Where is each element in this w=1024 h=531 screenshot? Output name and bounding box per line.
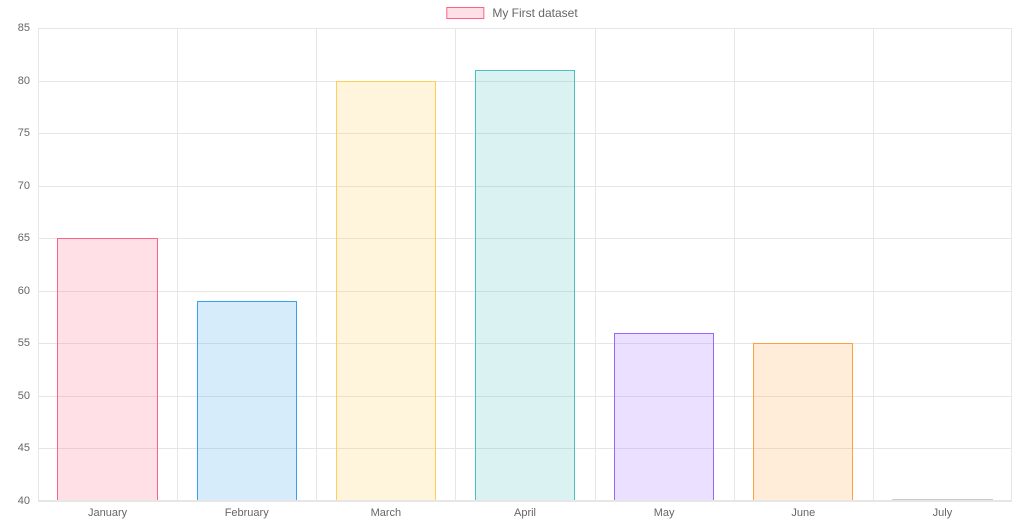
y-tick-label: 55: [18, 337, 30, 349]
y-axis-ticks: 40455055606570758085: [0, 28, 38, 501]
x-tick-label: July: [933, 507, 953, 519]
bar-january[interactable]: [57, 238, 157, 501]
x-tick-label: January: [88, 507, 127, 519]
legend-swatch: [446, 7, 484, 19]
bar-march[interactable]: [336, 81, 436, 501]
x-tick-label: April: [514, 507, 536, 519]
y-tick-label: 85: [18, 22, 30, 34]
y-tick-label: 40: [18, 495, 30, 507]
bar-april[interactable]: [475, 70, 575, 501]
y-tick-label: 60: [18, 285, 30, 297]
y-tick-label: 70: [18, 180, 30, 192]
x-tick-label: May: [654, 507, 675, 519]
plot-area: [38, 28, 1012, 501]
y-tick-label: 45: [18, 442, 30, 454]
bar-february[interactable]: [197, 301, 297, 501]
y-tick-label: 80: [18, 75, 30, 87]
bar-chart: My First dataset 40 45 50 55 60 65 70 75 80 85 Ja…: [0, 0, 1024, 531]
chart-legend[interactable]: My First dataset: [446, 6, 577, 20]
y-tick-label: 65: [18, 232, 30, 244]
bar-may[interactable]: [614, 333, 714, 501]
x-axis-ticks: January February March April May June July: [38, 501, 1012, 531]
x-tick-label: March: [371, 507, 402, 519]
x-tick-label: February: [225, 507, 269, 519]
bar-june[interactable]: [753, 343, 853, 501]
y-tick-label: 50: [18, 390, 30, 402]
bars-layer: [38, 28, 1012, 501]
y-tick-label: 75: [18, 127, 30, 139]
legend-label: My First dataset: [492, 6, 577, 20]
x-tick-label: June: [791, 507, 815, 519]
